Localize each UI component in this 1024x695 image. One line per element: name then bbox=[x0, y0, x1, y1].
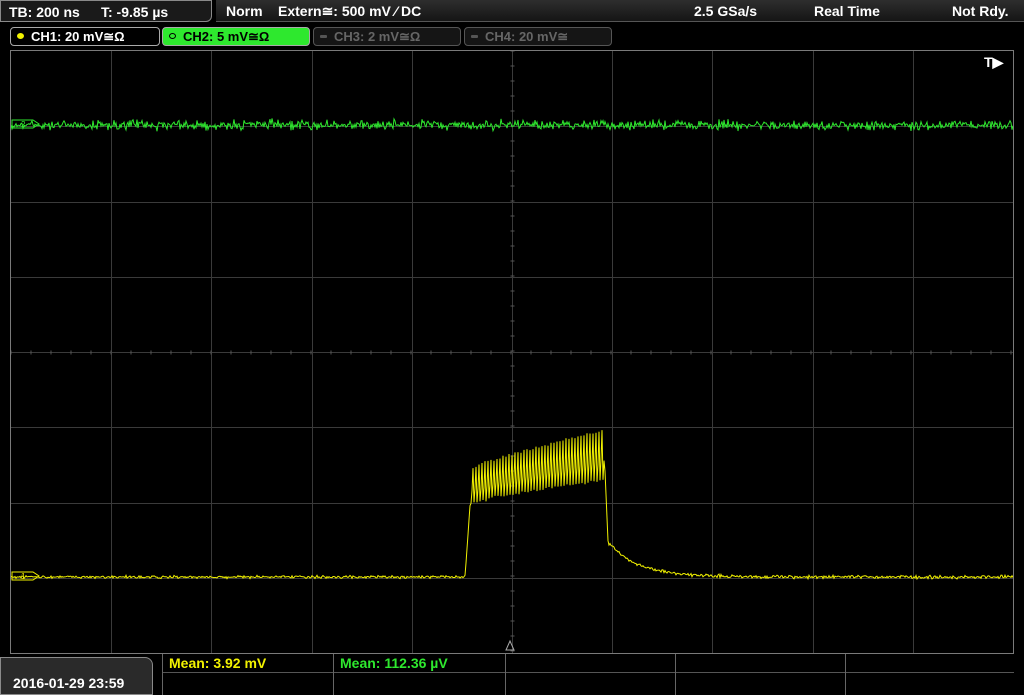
channel-2-tab[interactable]: CH2: 5 mV≅Ω bbox=[162, 27, 310, 46]
channel-3-label: CH3: 2 mV≅Ω bbox=[334, 29, 421, 44]
datetime-label: 2016-01-29 23:59 bbox=[13, 675, 125, 691]
trigger-source-label: Extern≅: 500 mV ⁄ DC bbox=[278, 3, 422, 19]
measurement-cell-ch1[interactable]: Mean: 3.92 mV bbox=[162, 654, 333, 695]
channel-4-indicator-icon bbox=[471, 35, 478, 38]
channel-2-indicator-icon bbox=[169, 33, 176, 39]
channel-4-label: CH4: 20 mV≅ bbox=[485, 29, 569, 44]
ch2-mean-value: Mean: 112.36 µV bbox=[340, 655, 448, 671]
timebase-box[interactable]: TB: 200 ns T: -9.85 µs bbox=[0, 0, 212, 22]
waveform-display[interactable]: 2 1 bbox=[11, 51, 1013, 653]
channel-4-tab[interactable]: CH4: 20 mV≅ bbox=[464, 27, 612, 46]
channel-3-indicator-icon bbox=[320, 35, 327, 38]
acquisition-status-strip[interactable]: Norm Extern≅: 500 mV ⁄ DC 2.5 GSa/s Real… bbox=[216, 0, 1024, 22]
measurement-cell-5[interactable] bbox=[845, 654, 1014, 695]
trigger-mode-label: Norm bbox=[226, 3, 263, 19]
graticule-center-ticks bbox=[11, 51, 1012, 652]
timebase-label: TB: 200 ns bbox=[9, 4, 80, 20]
measurement-bar[interactable]: Mean: 3.92 mV Mean: 112.36 µV bbox=[162, 654, 1014, 695]
measurement-cell-4[interactable] bbox=[675, 654, 845, 695]
channel-3-tab[interactable]: CH3: 2 mV≅Ω bbox=[313, 27, 461, 46]
trigger-level-marker[interactable]: T▶ bbox=[984, 54, 1003, 71]
channel-1-label: CH1: 20 mV≅Ω bbox=[31, 29, 125, 44]
sample-rate-label: 2.5 GSa/s bbox=[694, 3, 758, 19]
channel-1-indicator-icon bbox=[17, 33, 24, 39]
ch1-mean-value: Mean: 3.92 mV bbox=[169, 655, 267, 671]
channel-2-reference-label: 2 bbox=[21, 120, 26, 129]
top-status-bar: TB: 200 ns T: -9.85 µs Norm Extern≅: 500… bbox=[0, 0, 1024, 24]
run-status-label: Not Rdy. bbox=[952, 3, 1009, 19]
channel-2-label: CH2: 5 mV≅Ω bbox=[183, 29, 270, 44]
channel-1-reference-label: 1 bbox=[21, 572, 26, 581]
channel-tabs: CH1: 20 mV≅Ω CH2: 5 mV≅Ω CH3: 2 mV≅Ω CH4… bbox=[0, 27, 1024, 47]
trigger-time-label: T: -9.85 µs bbox=[101, 4, 169, 20]
measurement-cell-ch2[interactable]: Mean: 112.36 µV bbox=[333, 654, 505, 695]
acquisition-mode-label: Real Time bbox=[814, 3, 880, 19]
datetime-box: 2016-01-29 23:59 bbox=[0, 657, 153, 695]
measurement-cell-3[interactable] bbox=[505, 654, 675, 695]
channel-1-tab[interactable]: CH1: 20 mV≅Ω bbox=[10, 27, 160, 46]
